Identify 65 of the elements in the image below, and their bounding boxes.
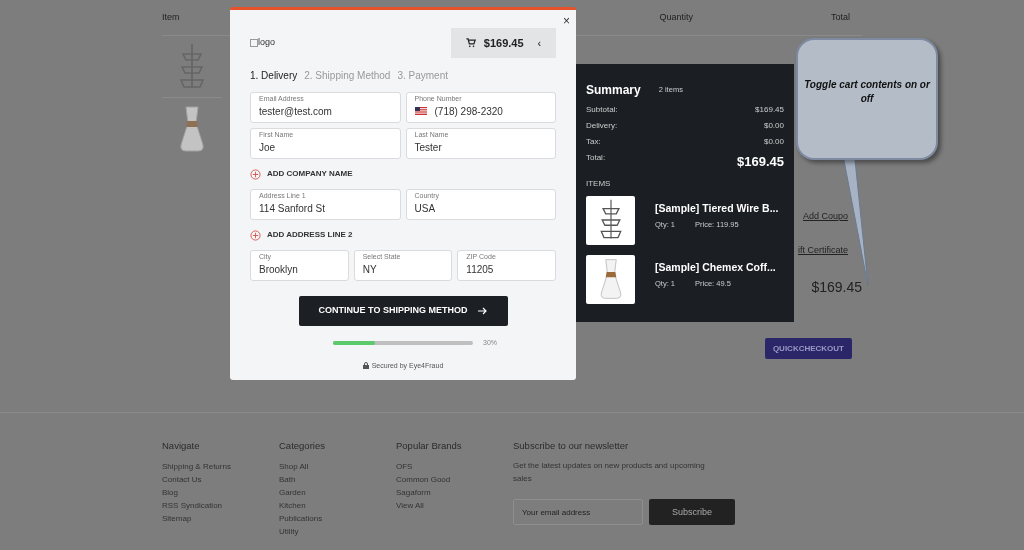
subscribe-button[interactable]: Subscribe <box>649 499 735 526</box>
summary-value: $169.45 <box>737 153 784 171</box>
footer-link[interactable]: View All <box>396 500 513 512</box>
footer-link[interactable]: Garden <box>279 487 396 499</box>
email-field[interactable]: Your email address <box>513 499 643 526</box>
footer-link[interactable]: Contact Us <box>162 474 279 486</box>
summary-value: $0.00 <box>763 136 784 148</box>
footer-link[interactable]: Shipping & Returns <box>162 461 279 473</box>
quickcheckout-button[interactable]: QUICKCHECKOUT <box>764 338 852 359</box>
step-tab[interactable]: 3. Payment <box>397 68 448 83</box>
plus-circle-icon <box>250 168 261 180</box>
footer-link[interactable]: OFS <box>396 461 513 473</box>
footer-heading: Navigate <box>162 439 201 453</box>
column-heading: Total <box>831 10 850 24</box>
field-value: NY <box>362 262 377 277</box>
footer-heading: Categories <box>279 439 326 453</box>
logo-text: logo <box>258 36 275 50</box>
summary-label: Tax: <box>586 136 601 148</box>
footer-link[interactable]: Bath <box>279 474 396 486</box>
column-heading: Quantity <box>659 10 694 24</box>
field-value: Joe <box>259 140 276 155</box>
logo-icon <box>250 39 258 47</box>
footer-link[interactable]: Sitemap <box>162 513 279 525</box>
footer-link[interactable]: Kitchen <box>279 500 396 512</box>
summary-value: $169.45 <box>755 104 784 116</box>
cart-link[interactable]: ift Certificate <box>798 243 848 257</box>
callout-text: Toggle cart contents on or off <box>804 78 930 106</box>
field-value: tester@test.com <box>259 104 332 119</box>
summary-value: $0.00 <box>763 120 784 132</box>
summary-title: Summary <box>586 82 641 99</box>
field-value: 11205 <box>466 262 494 277</box>
footer-link[interactable]: RSS Syndication <box>162 500 279 512</box>
lock-icon <box>362 362 369 370</box>
arrow-right-icon <box>477 306 488 316</box>
continue-button[interactable]: CONTINUE TO SHIPPING METHOD <box>298 296 508 326</box>
summary-label: Subtotal: <box>586 104 618 116</box>
product-name: [Sample] Tiered Wire B... <box>655 200 779 216</box>
cart-icon <box>465 38 476 48</box>
footer-link[interactable]: Shop All <box>279 461 396 473</box>
cart-toggle-button[interactable]: $169.45 ‹ <box>451 28 556 58</box>
field-value: Tester <box>414 140 442 155</box>
summary-label: Delivery: <box>586 120 618 132</box>
column-heading: Item <box>162 10 180 24</box>
footer-link[interactable]: Sagaform <box>396 487 513 499</box>
flag-icon <box>414 107 427 115</box>
footer-link[interactable]: Utility <box>279 526 396 538</box>
field-value: (718) 298-2320 <box>434 104 503 119</box>
footer-link[interactable]: Blog <box>162 487 279 499</box>
add-field-link[interactable]: ADD ADDRESS LINE 2 <box>250 225 556 245</box>
cart-link[interactable]: Add Coupo <box>802 210 848 224</box>
items-heading: ITEMS <box>586 177 612 190</box>
grand-total: $169.45 <box>811 278 862 297</box>
field-value: 114 Sanford St <box>259 201 325 216</box>
plus-circle-icon <box>250 229 261 241</box>
footer-heading: Subscribe to our newsletter <box>513 439 630 453</box>
step-tab[interactable]: 1. Delivery <box>250 68 298 83</box>
footer-heading: Popular Brands <box>396 439 463 453</box>
add-field-link[interactable]: ADD COMPANY NAME <box>250 164 556 184</box>
footer-link[interactable]: Publications <box>279 513 396 525</box>
product-name: [Sample] Chemex Coff... <box>655 259 776 275</box>
field-value: Brooklyn <box>259 262 298 277</box>
step-tab[interactable]: 2. Shipping Method <box>304 68 391 83</box>
summary-label: Total: <box>586 152 606 164</box>
field-value: USA <box>414 201 436 216</box>
close-button[interactable]: × <box>563 12 570 30</box>
